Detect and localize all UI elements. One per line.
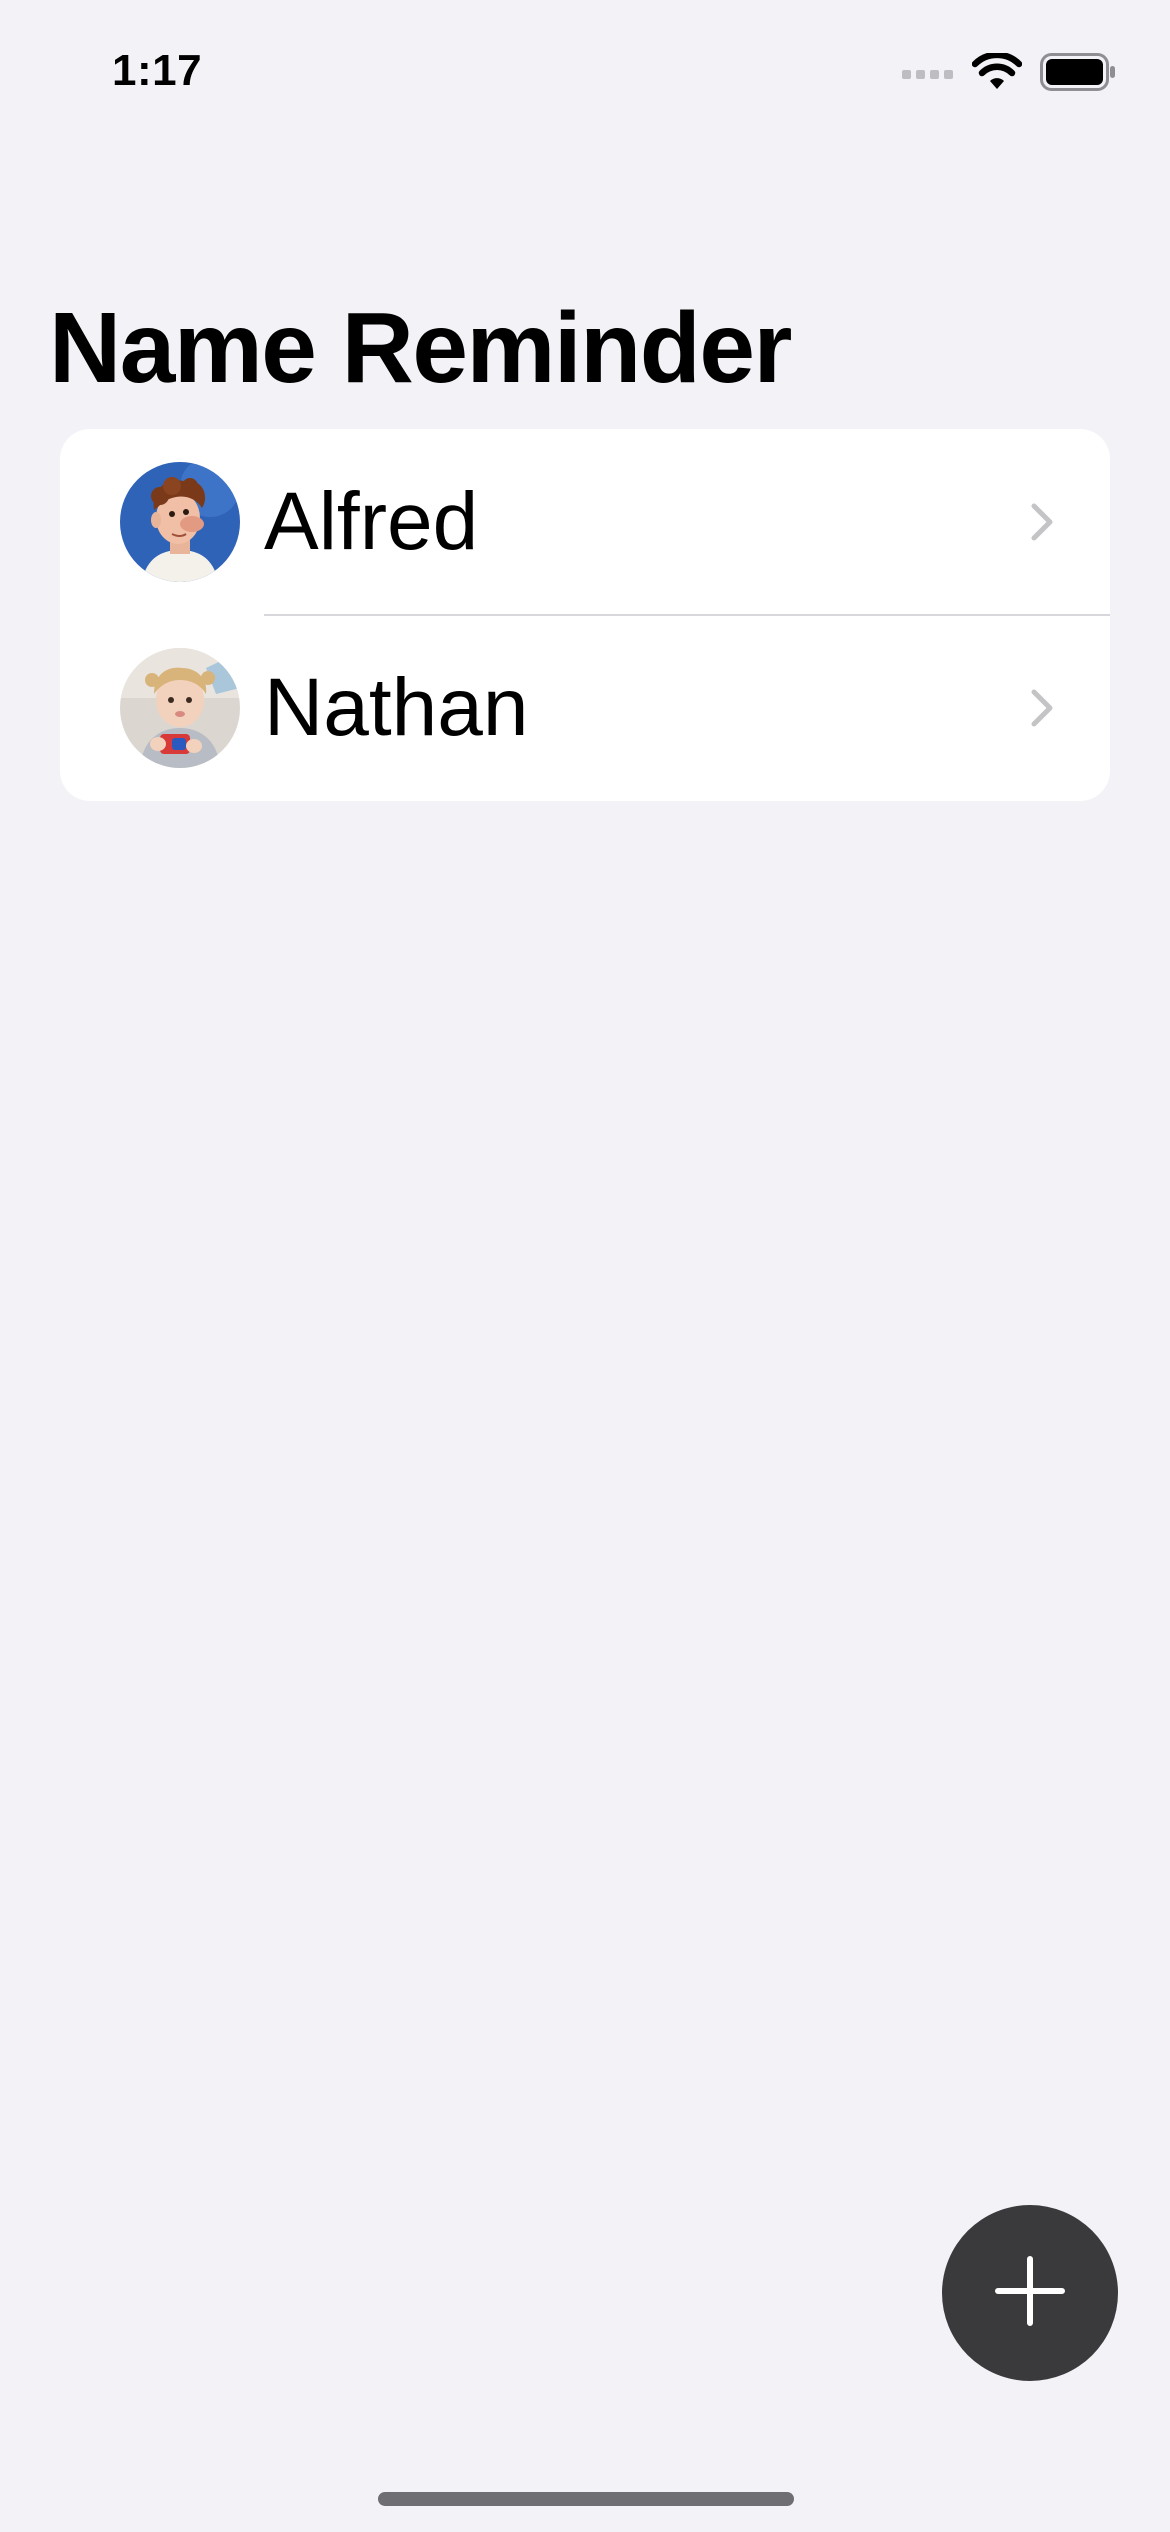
status-icons — [902, 51, 1116, 96]
people-list: Alfred Nathan — [60, 429, 1110, 801]
chevron-right-icon — [1030, 688, 1054, 728]
cellular-signal-icon — [902, 64, 954, 85]
person-name: Alfred — [264, 476, 479, 567]
chevron-right-icon — [1030, 502, 1054, 542]
add-person-button[interactable] — [942, 2205, 1118, 2381]
battery-icon — [1040, 52, 1116, 96]
status-bar: 1:17 — [0, 0, 1170, 150]
plus-icon — [994, 2255, 1066, 2332]
list-item-nathan[interactable]: Nathan — [60, 615, 1110, 801]
toddler-photo-avatar — [120, 648, 240, 768]
list-item-alfred[interactable]: Alfred — [60, 429, 1110, 616]
person-name: Nathan — [264, 662, 529, 753]
page-title: Name Reminder — [49, 292, 792, 404]
home-indicator[interactable] — [378, 2492, 794, 2506]
status-time: 1:17 — [112, 46, 203, 95]
wifi-icon — [971, 51, 1023, 96]
cartoon-chef-avatar — [120, 462, 240, 582]
